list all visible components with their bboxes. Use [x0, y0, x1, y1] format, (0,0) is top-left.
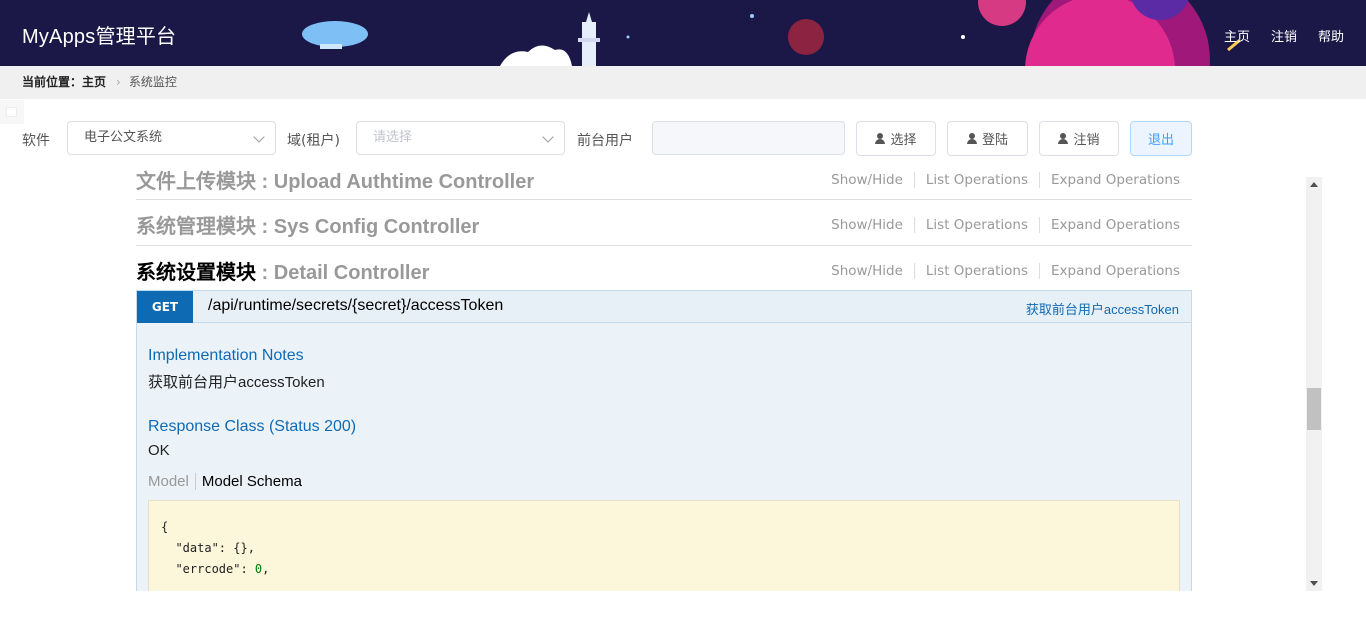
top-header: MyApps管理平台 主页 注销 帮助 — [0, 0, 1366, 66]
schema-line: "errcode": — [161, 562, 255, 576]
expand-operations-link[interactable]: Expand Operations — [1039, 217, 1180, 233]
software-select-value: 电子公文系统 — [84, 130, 163, 145]
impl-notes-text: 获取前台用户accessToken — [148, 374, 325, 391]
select-user-label: 选择 — [890, 133, 917, 148]
impl-notes-heading: Implementation Notes — [148, 347, 304, 364]
header-decoration — [302, 0, 1241, 66]
operation-get: GET /api/runtime/secrets/{secret}/access… — [136, 290, 1192, 591]
logout-label: 注销 — [1073, 133, 1100, 148]
resource-title[interactable]: 系统管理模块 : Sys Config Controller — [136, 210, 479, 239]
breadcrumb-current: 系统监控 — [128, 75, 177, 89]
app-brand: MyApps管理平台 — [22, 26, 177, 48]
expand-operations-link[interactable]: Expand Operations — [1039, 172, 1180, 188]
domain-select[interactable]: 请选择 — [356, 121, 565, 155]
resource-ops: Show/Hide List Operations Expand Operati… — [820, 217, 1180, 233]
top-nav: 主页 注销 帮助 — [1224, 26, 1344, 45]
domain-label: 域(租户) — [287, 133, 340, 149]
nav-help-link[interactable]: 帮助 — [1318, 26, 1344, 45]
list-operations-link[interactable]: List Operations — [913, 217, 1039, 233]
resource-upload: 文件上传模块 : Upload Authtime Controller Show… — [136, 160, 1192, 200]
scroll-up-icon[interactable] — [1310, 182, 1318, 187]
toolbar: 软件 电子公文系统 域(租户) 请选择 前台用户 选择 登陆 注销 退出 — [22, 121, 1202, 157]
user-icon — [966, 133, 977, 144]
resource-title-cn: 系统设置模块 — [136, 262, 256, 284]
resource-title-cn: 文件上传模块 — [136, 171, 256, 193]
schema-line: { — [161, 520, 169, 534]
scroll-down-icon[interactable] — [1310, 581, 1318, 586]
response-class-text: OK — [148, 442, 170, 459]
schema-line: "data": {}, — [161, 541, 255, 555]
response-class-heading: Response Class (Status 200) — [148, 418, 357, 435]
model-schema-code[interactable]: { "data": {}, "errcode": 0, — [148, 500, 1180, 591]
show-hide-link[interactable]: Show/Hide — [820, 217, 914, 233]
software-select[interactable]: 电子公文系统 — [67, 121, 276, 155]
tab-model-schema[interactable]: Model Schema — [196, 473, 302, 490]
operation-path[interactable]: /api/runtime/secrets/{secret}/accessToke… — [208, 297, 503, 315]
checkbox-icon — [6, 107, 17, 117]
software-label: 软件 — [22, 133, 50, 149]
frontend-user-label: 前台用户 — [577, 133, 633, 149]
http-method-badge: GET — [137, 291, 193, 323]
list-operations-link[interactable]: List Operations — [913, 172, 1039, 188]
model-tabs: Model Model Schema — [148, 473, 1180, 490]
list-operations-link[interactable]: List Operations — [913, 263, 1039, 279]
nav-home-link[interactable]: 主页 — [1224, 26, 1250, 45]
resource-title[interactable]: 系统设置模块 : Detail Controller — [136, 256, 429, 285]
chevron-down-icon — [253, 131, 265, 143]
resource-title-en: : Detail Controller — [256, 262, 430, 284]
resource-title-en: : Upload Authtime Controller — [256, 171, 535, 193]
resource-title-en: : Sys Config Controller — [256, 216, 480, 238]
resource-ops: Show/Hide List Operations Expand Operati… — [820, 263, 1180, 279]
sidebar-toggle[interactable] — [0, 100, 24, 124]
schema-punct: , — [262, 562, 270, 576]
resource-title[interactable]: 文件上传模块 : Upload Authtime Controller — [136, 165, 534, 194]
resource-title-cn: 系统管理模块 — [136, 216, 256, 238]
select-user-button[interactable]: 选择 — [856, 121, 936, 156]
login-label: 登陆 — [981, 133, 1008, 148]
show-hide-link[interactable]: Show/Hide — [820, 172, 914, 188]
logout-button[interactable]: 注销 — [1039, 121, 1119, 156]
expand-operations-link[interactable]: Expand Operations — [1039, 263, 1180, 279]
resource-detail: 系统设置模块 : Detail Controller Show/Hide Lis… — [136, 246, 1192, 290]
chevron-down-icon — [542, 131, 554, 143]
breadcrumb-label: 当前位置： — [22, 75, 83, 89]
operation-content: Implementation Notes 获取前台用户accessToken R… — [137, 323, 1191, 591]
breadcrumb-home-link[interactable]: 主页 — [82, 75, 106, 89]
resource-sys-config: 系统管理模块 : Sys Config Controller Show/Hide… — [136, 200, 1192, 246]
login-button[interactable]: 登陆 — [947, 121, 1028, 156]
operation-summary[interactable]: 获取前台用户accessToken — [1026, 299, 1179, 318]
chevron-right-icon: › — [116, 75, 121, 89]
user-icon — [1058, 133, 1069, 144]
breadcrumb: 当前位置：主页 › 系统监控 — [0, 66, 1366, 99]
operation-heading[interactable]: GET /api/runtime/secrets/{secret}/access… — [137, 291, 1191, 323]
exit-button[interactable]: 退出 — [1130, 121, 1192, 156]
domain-select-placeholder: 请选择 — [373, 130, 413, 145]
nav-logout-link[interactable]: 注销 — [1271, 26, 1297, 45]
vertical-scrollbar[interactable] — [1306, 177, 1322, 591]
user-icon — [875, 133, 886, 144]
scroll-thumb[interactable] — [1307, 388, 1321, 430]
tab-model[interactable]: Model — [148, 473, 196, 490]
swagger-frame: 文件上传模块 : Upload Authtime Controller Show… — [136, 160, 1192, 591]
show-hide-link[interactable]: Show/Hide — [820, 263, 914, 279]
frontend-user-input[interactable] — [652, 121, 845, 155]
resource-ops: Show/Hide List Operations Expand Operati… — [820, 172, 1180, 188]
